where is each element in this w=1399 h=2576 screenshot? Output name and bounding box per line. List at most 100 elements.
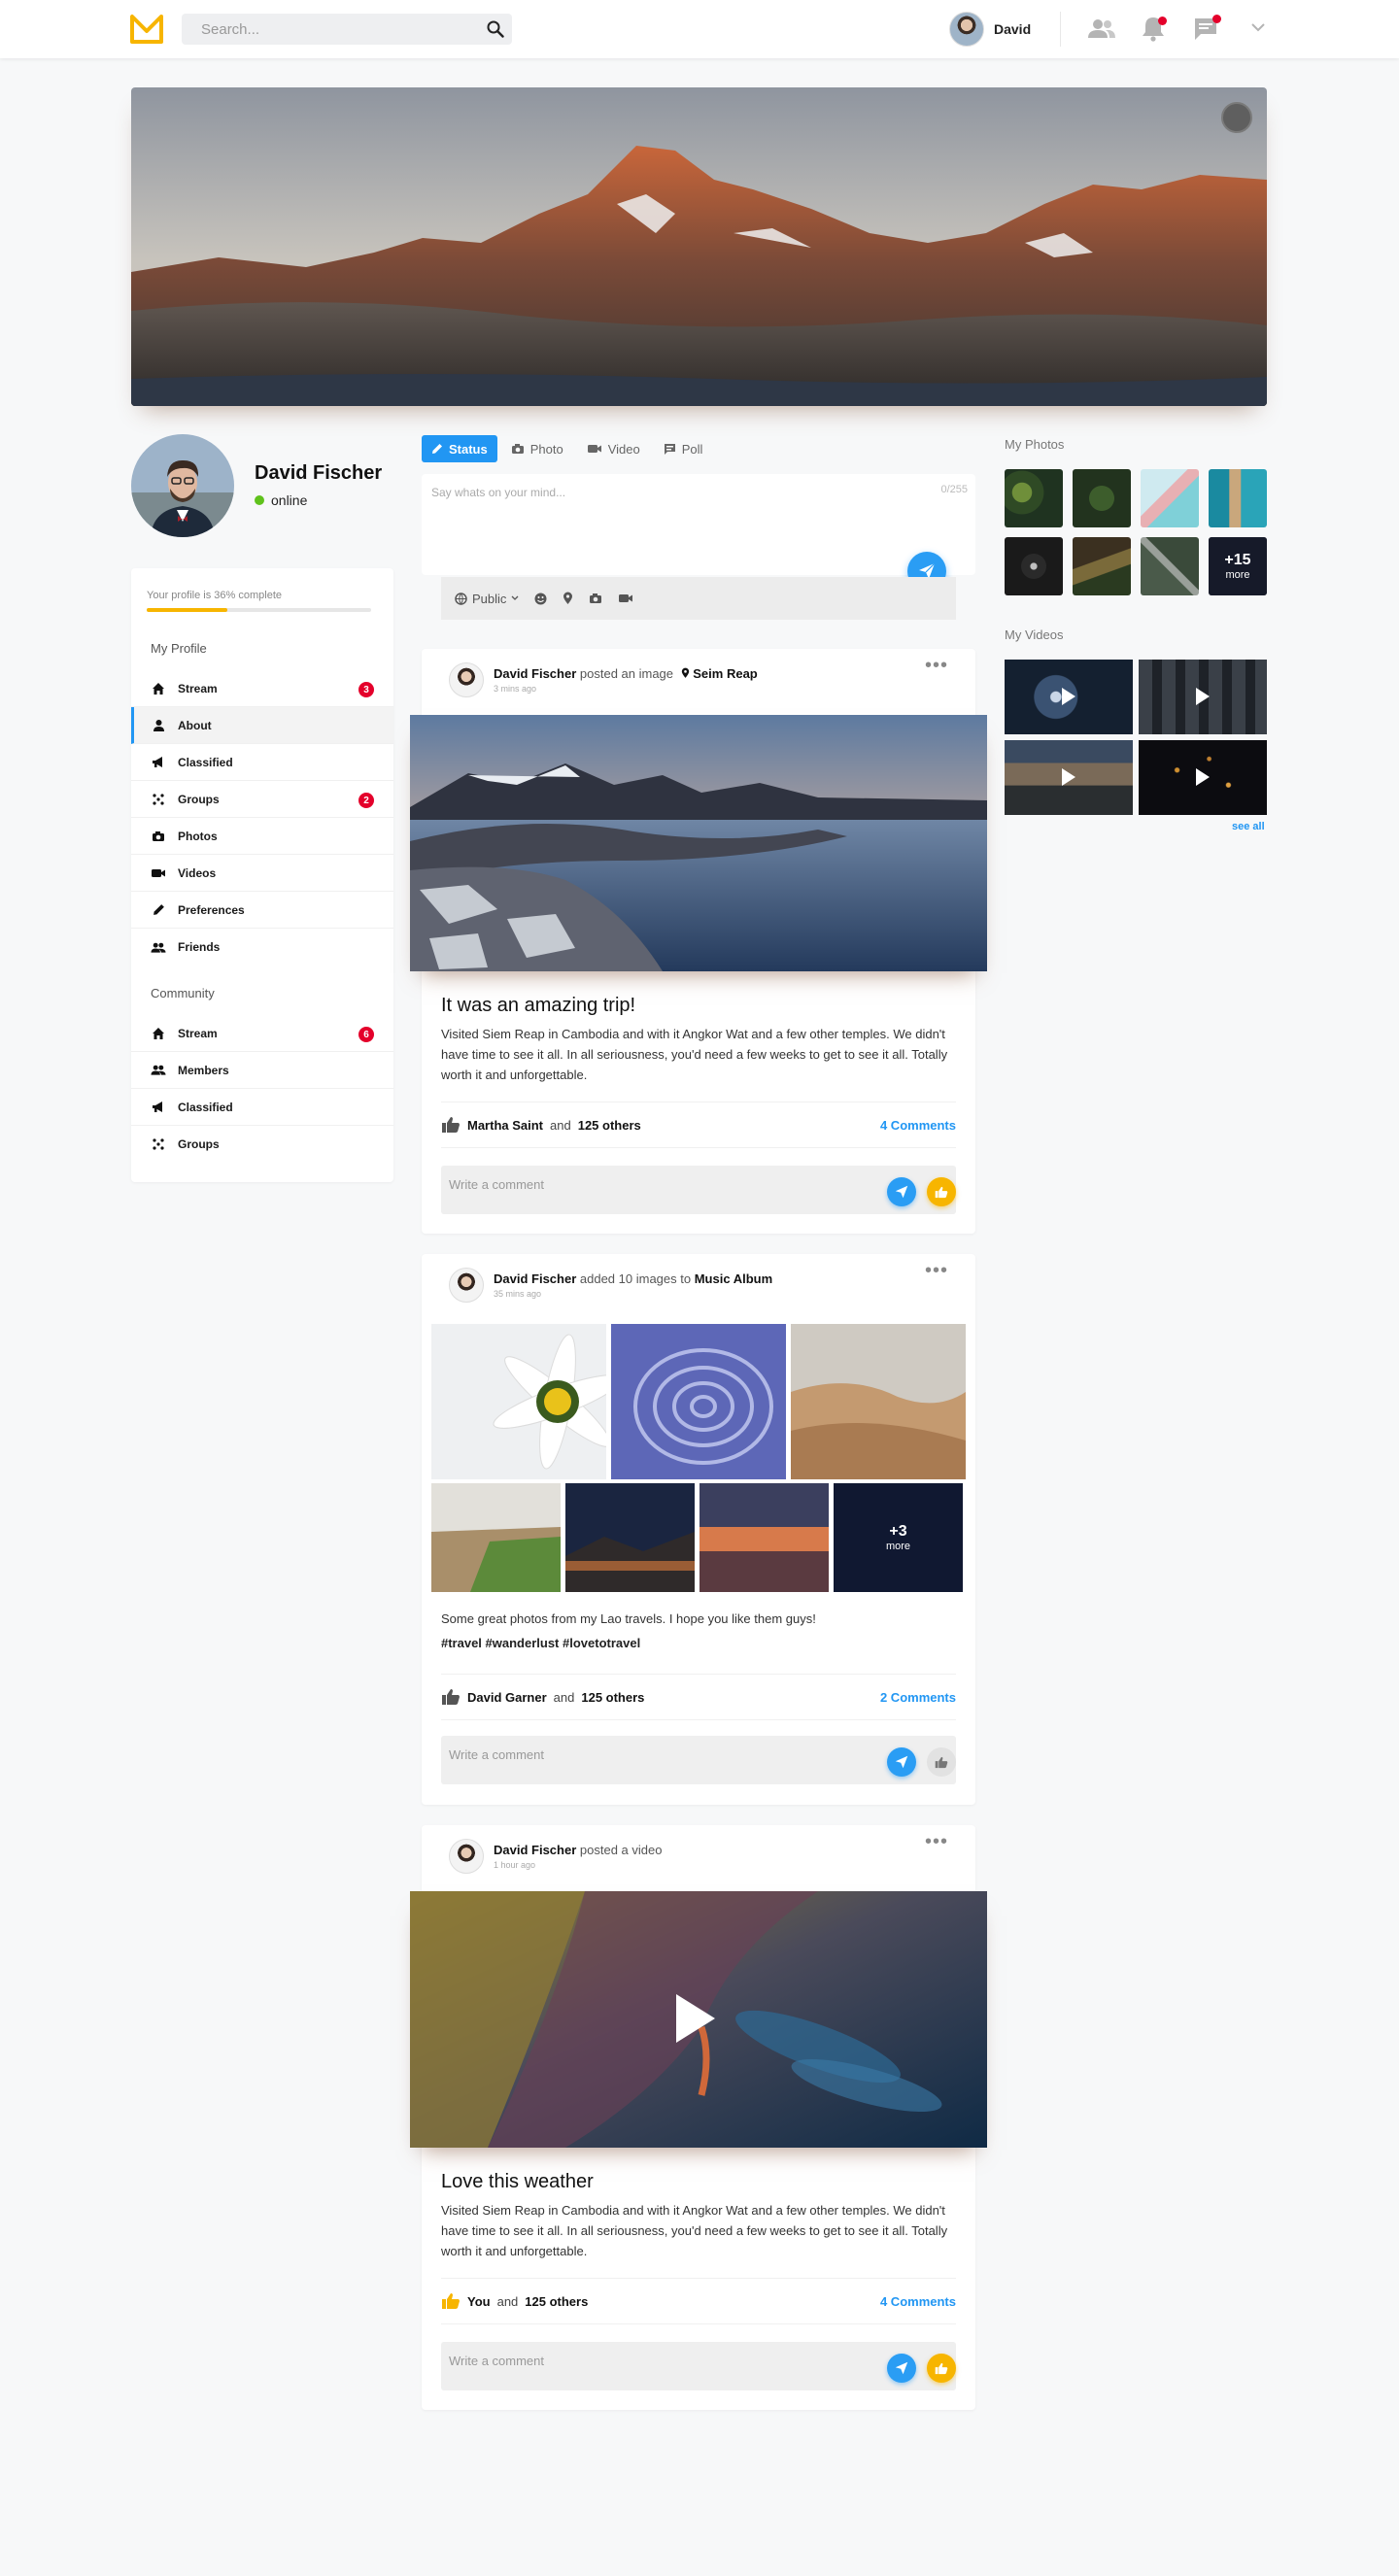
video-icon[interactable] (618, 593, 633, 604)
thumbs-up-icon[interactable] (441, 2292, 461, 2310)
logo-icon[interactable] (130, 14, 163, 45)
play-icon (1062, 768, 1075, 786)
thumbs-up-icon[interactable] (441, 1116, 461, 1134)
post-likes-row: Martha Saint and 125 others 4 Comments (441, 1102, 956, 1148)
post-author[interactable]: David Fischer (494, 1843, 576, 1857)
photo-thumb[interactable] (1005, 537, 1063, 595)
post-options-button[interactable]: ••• (925, 1832, 948, 1851)
photo-thumb[interactable] (1073, 469, 1131, 527)
album-photo[interactable] (791, 1324, 966, 1479)
profile-avatar[interactable] (131, 434, 234, 537)
sidebar-item-groups[interactable]: Groups (131, 1126, 393, 1163)
post-tags[interactable]: #travel #wanderlust #lovetotravel (441, 1633, 954, 1653)
sidebar-item-members[interactable]: Members (131, 1052, 393, 1089)
album-link[interactable]: Music Album (695, 1271, 772, 1286)
video-thumb[interactable] (1005, 660, 1133, 734)
album-more-tile[interactable]: +3 more (834, 1483, 963, 1592)
liker-name[interactable]: David Garner (467, 1690, 547, 1705)
post-options-button[interactable]: ••• (925, 656, 948, 675)
sidebar-item-groups[interactable]: Groups 2 (131, 781, 393, 818)
profile-status: online (255, 492, 307, 508)
search-input[interactable] (182, 14, 463, 45)
likes-others[interactable]: 125 others (578, 1118, 641, 1133)
album-photo[interactable] (431, 1483, 561, 1592)
like-button[interactable] (927, 1747, 956, 1777)
post-action: added 10 images to (579, 1271, 692, 1286)
liker-name[interactable]: Martha Saint (467, 1118, 543, 1133)
users-icon[interactable] (1087, 17, 1116, 42)
album-photo[interactable] (700, 1483, 829, 1592)
comment-input[interactable] (449, 1740, 857, 1769)
like-button[interactable] (927, 2354, 956, 2383)
comment-send-button[interactable] (887, 2354, 916, 2383)
notifications-button[interactable] (1142, 15, 1167, 42)
location-pin-icon[interactable] (563, 592, 573, 605)
avatar[interactable] (449, 662, 484, 697)
sidebar-item-friends[interactable]: Friends (131, 929, 393, 966)
cover-edit-button[interactable] (1221, 102, 1252, 133)
photo-thumb[interactable] (1005, 469, 1063, 527)
tab-poll[interactable]: Poll (654, 435, 713, 462)
privacy-select[interactable]: Public (455, 592, 519, 606)
chevron-down-icon (511, 595, 519, 600)
album-photo[interactable] (565, 1483, 695, 1592)
photo-thumb[interactable] (1141, 537, 1199, 595)
chevron-down-icon[interactable] (1250, 21, 1266, 33)
comments-link[interactable]: 2 Comments (880, 1690, 956, 1705)
photo-thumb[interactable] (1073, 537, 1131, 595)
emoji-icon[interactable] (534, 593, 547, 605)
post-author[interactable]: David Fischer (494, 1271, 576, 1286)
sidebar-item-stream[interactable]: Stream 6 (131, 1015, 393, 1052)
comment-send-button[interactable] (887, 1177, 916, 1206)
album-photo[interactable] (611, 1324, 786, 1479)
video-thumb[interactable] (1005, 740, 1133, 815)
post-options-button[interactable]: ••• (925, 1261, 948, 1280)
sidebar-item-about[interactable]: About (131, 707, 393, 744)
post-image[interactable] (410, 715, 987, 971)
camera-icon (151, 829, 166, 844)
thumbs-up-icon[interactable] (441, 1688, 461, 1706)
sidebar-item-preferences[interactable]: Preferences (131, 892, 393, 929)
pencil-icon (151, 902, 166, 918)
play-icon[interactable] (674, 1992, 717, 2045)
home-icon (151, 1026, 166, 1041)
sidebar-item-classified[interactable]: Classified (131, 744, 393, 781)
sidebar-item-photos[interactable]: Photos (131, 818, 393, 855)
status-input[interactable] (422, 474, 927, 552)
comments-link[interactable]: 4 Comments (880, 2294, 956, 2309)
post-author[interactable]: David Fischer (494, 666, 576, 681)
post-location[interactable]: Seim Reap (693, 666, 757, 681)
camera-icon[interactable] (589, 593, 602, 604)
post-video[interactable] (410, 1891, 987, 2148)
album-photo[interactable] (431, 1324, 606, 1479)
likes-others[interactable]: 125 others (581, 1690, 644, 1705)
thumbs-up-icon (935, 1186, 948, 1198)
search-icon[interactable] (487, 20, 504, 38)
tab-photo[interactable]: Photo (501, 435, 573, 462)
tab-video[interactable]: Video (577, 435, 650, 462)
likes-others[interactable]: 125 others (525, 2294, 588, 2309)
see-all-videos-link[interactable]: see all (1232, 821, 1265, 832)
sidebar-item-stream[interactable]: Stream 3 (131, 670, 393, 707)
comment-input[interactable] (449, 1169, 857, 1199)
like-button[interactable] (927, 1177, 956, 1206)
comment-send-button[interactable] (887, 1747, 916, 1777)
sidebar-item-videos[interactable]: Videos (131, 855, 393, 892)
messages-button[interactable] (1193, 15, 1221, 42)
character-counter: 0/255 (940, 484, 968, 495)
comments-link[interactable]: 4 Comments (880, 1118, 956, 1133)
post-time: 3 mins ago (494, 684, 537, 694)
user-menu[interactable]: David (949, 12, 1031, 47)
friends-icon (151, 939, 166, 955)
video-thumb[interactable] (1139, 740, 1267, 815)
sidebar-item-classified[interactable]: Classified (131, 1089, 393, 1126)
tab-status[interactable]: Status (422, 435, 497, 462)
photo-more-tile[interactable]: +15 more (1209, 537, 1267, 595)
avatar[interactable] (449, 1839, 484, 1874)
comment-input[interactable] (449, 2346, 857, 2375)
photo-thumb[interactable] (1141, 469, 1199, 527)
video-thumb[interactable] (1139, 660, 1267, 734)
liker-name[interactable]: You (467, 2294, 491, 2309)
avatar[interactable] (449, 1268, 484, 1303)
photo-thumb[interactable] (1209, 469, 1267, 527)
